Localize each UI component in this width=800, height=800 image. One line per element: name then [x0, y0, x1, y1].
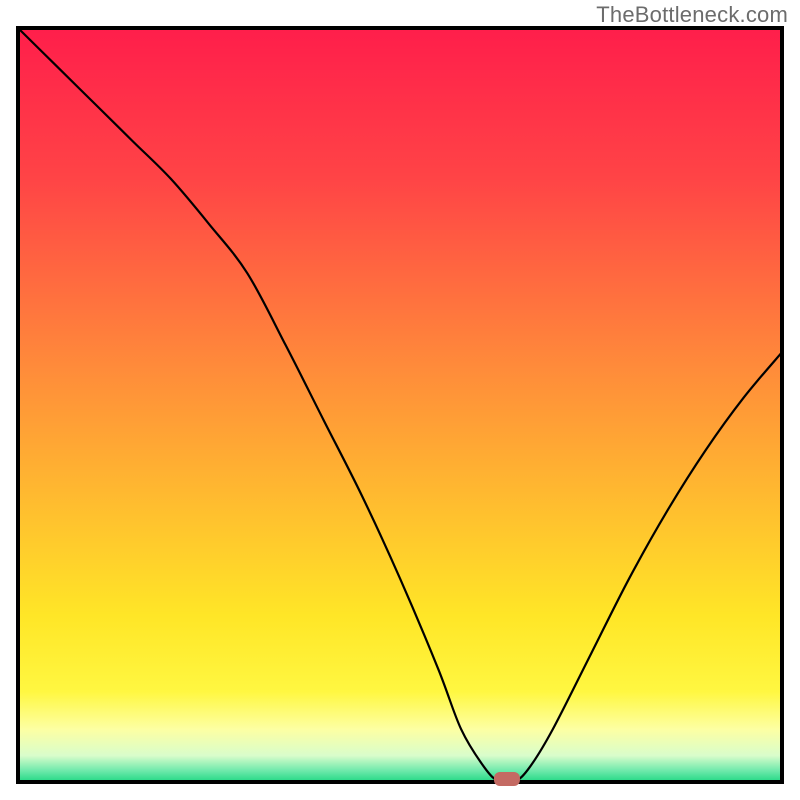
bottleneck-chart [0, 0, 800, 800]
chart-container: TheBottleneck.com [0, 0, 800, 800]
watermark-text: TheBottleneck.com [596, 2, 788, 28]
optimal-marker [494, 772, 520, 786]
